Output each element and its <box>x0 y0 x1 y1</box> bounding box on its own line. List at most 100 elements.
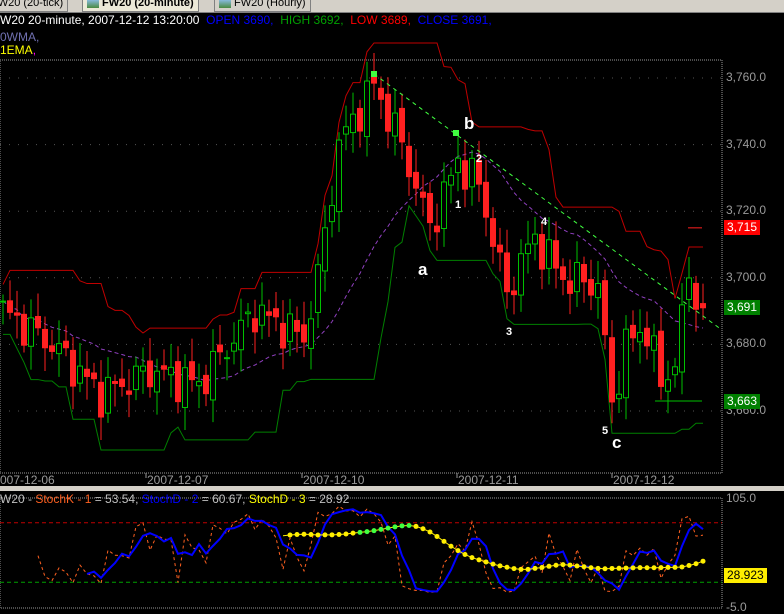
candle-body <box>497 244 503 253</box>
candle-body <box>455 157 461 174</box>
stochd3-dot <box>336 531 342 537</box>
candle-body <box>161 365 167 370</box>
stoch-last-tag: 28.923 <box>724 568 767 583</box>
price-tag-last: 3,691 <box>724 300 761 315</box>
candle-body <box>672 366 678 376</box>
candle-body <box>350 113 356 134</box>
stoch-plot-frame <box>0 497 723 609</box>
candle-body <box>140 365 146 372</box>
stochd3-dot <box>294 531 300 537</box>
wave-label-c: c <box>612 433 622 452</box>
stochd3-dot <box>322 532 328 538</box>
stochd3-dot <box>672 564 678 570</box>
candle-body <box>469 157 475 188</box>
candle-body <box>63 340 69 349</box>
candle-body <box>21 313 27 346</box>
candle-body <box>56 343 62 355</box>
price-tag-resistance: 3,715 <box>724 220 761 235</box>
candle-body <box>378 87 384 100</box>
stochd3-dot <box>308 531 314 537</box>
stochd3-dot <box>595 565 601 571</box>
stochd3-dot <box>553 562 559 568</box>
candle-body <box>602 280 608 336</box>
candle-body <box>623 328 629 399</box>
candle-body <box>329 205 335 223</box>
candle-body <box>581 264 587 283</box>
candle-body <box>301 324 307 343</box>
candle-body <box>0 300 6 303</box>
candle-body <box>231 342 237 352</box>
stochd3-dot <box>644 565 650 571</box>
candle-body <box>308 318 314 349</box>
stochd3-dot <box>560 562 566 568</box>
stochd3-dot <box>455 548 461 554</box>
candle-body <box>336 139 342 213</box>
stochd3-dot <box>490 561 496 567</box>
candle-body <box>385 93 391 132</box>
candle-body <box>147 360 153 388</box>
stochd3-dot <box>539 565 545 571</box>
stochd3-dot <box>581 564 587 570</box>
candle-body <box>252 318 258 333</box>
date-label: 2007-12-12 <box>613 473 675 487</box>
stochd3-dot <box>434 533 440 539</box>
candle-body <box>112 380 118 384</box>
candle-body <box>259 304 265 326</box>
candle-body <box>553 240 559 269</box>
candle-body <box>70 349 76 387</box>
candle-body <box>595 282 601 299</box>
stochd3-dot <box>420 526 426 532</box>
stochd3-dot <box>406 523 412 529</box>
candle-body <box>238 319 244 351</box>
candle-body <box>224 357 230 360</box>
stochd3-dot <box>413 523 419 529</box>
price-axis-label: 3,700.0 <box>726 269 767 284</box>
candle-body <box>77 365 83 384</box>
candle-body <box>427 193 433 224</box>
stochd3-dot <box>287 532 293 538</box>
candle-body <box>91 372 97 380</box>
stochd3-dot <box>665 564 671 570</box>
stochd3-dot <box>700 558 706 564</box>
candle-body <box>441 181 447 229</box>
candle-body <box>693 282 699 310</box>
candle-body <box>245 311 251 315</box>
candle-body <box>462 160 468 190</box>
candle-body <box>343 126 349 135</box>
stochd3-dot <box>364 529 370 535</box>
date-label: 2007-12-11 <box>458 473 519 487</box>
candle-body <box>126 390 132 395</box>
candle-body <box>420 191 426 198</box>
stochd3-dot <box>588 565 594 571</box>
stochd3-dot <box>350 530 356 536</box>
candle-body <box>98 381 104 418</box>
panel-splitter[interactable] <box>0 486 784 491</box>
candle-body <box>357 107 363 132</box>
candle-body <box>84 368 90 377</box>
stochd3-dot <box>637 565 643 571</box>
candle-body <box>392 112 398 137</box>
trend-line <box>373 73 723 331</box>
candle-body <box>182 367 188 408</box>
candle-body <box>168 366 174 376</box>
candle-body <box>413 171 419 189</box>
pivot-marker <box>453 130 459 136</box>
candle-body <box>280 322 286 349</box>
price-chart[interactable] <box>0 0 784 614</box>
candle-body <box>434 225 440 233</box>
candle-body <box>525 243 531 255</box>
candle-body <box>679 304 685 373</box>
stochd3-dot <box>497 563 503 569</box>
candle-body <box>609 337 615 403</box>
candle-body <box>28 317 34 347</box>
stochd3-dot <box>371 528 377 534</box>
candle-body <box>42 328 48 349</box>
stochd3-dot <box>392 524 398 530</box>
stochd3-dot <box>616 565 622 571</box>
price-axis-label: 3,680.0 <box>726 336 767 351</box>
candle-body <box>560 266 566 280</box>
stochd3-dot <box>651 565 657 571</box>
stochd3-dot <box>546 563 552 569</box>
candle-body <box>490 218 496 247</box>
candle-body <box>322 227 328 272</box>
